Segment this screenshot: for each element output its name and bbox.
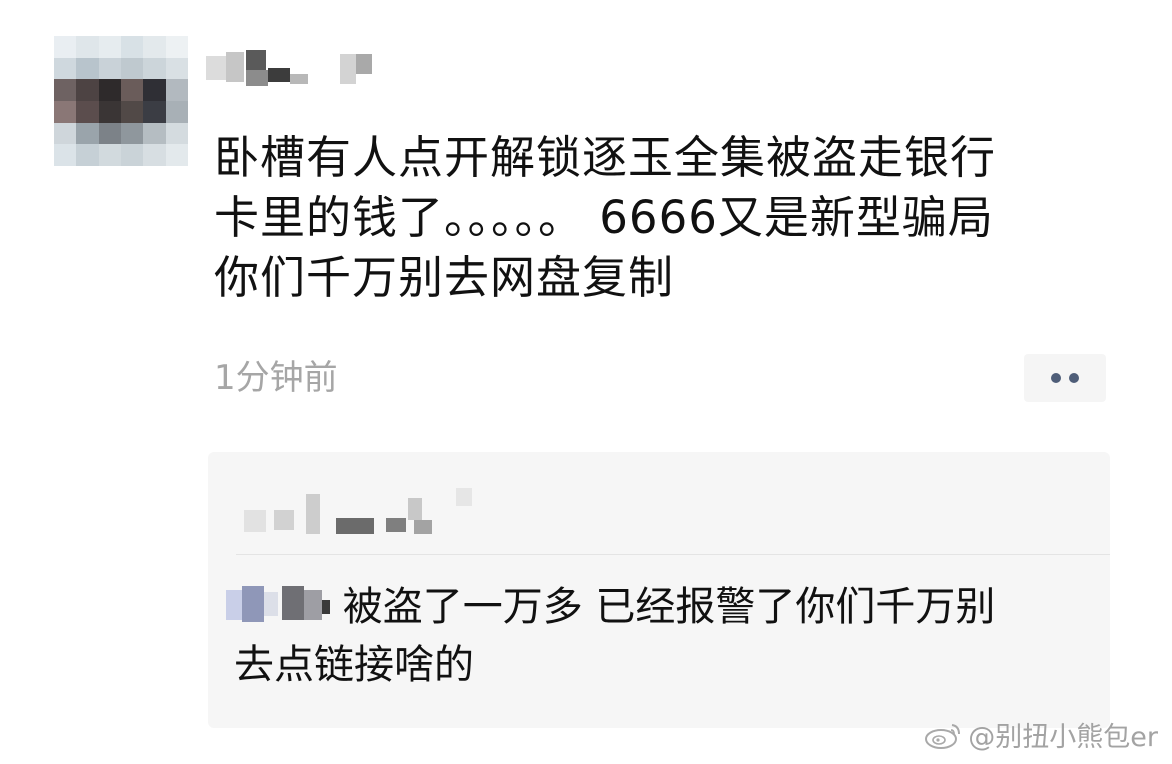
post-text: 卧槽有人点开解锁逐玉全集被盗走银行 卡里的钱了。。。。。 6666又是新型骗局 …	[214, 128, 1114, 308]
ellipsis-icon-dot	[1069, 373, 1079, 383]
comment-text-line: 去点链接啥的	[234, 642, 474, 688]
post-text-line: 卧槽有人点开解锁逐玉全集被盗走银行	[214, 131, 997, 184]
moments-post: 卧槽有人点开解锁逐玉全集被盗走银行 卡里的钱了。。。。。 6666又是新型骗局 …	[0, 0, 1172, 764]
more-actions-button[interactable]	[1024, 354, 1106, 402]
watermark: @别扭小熊包er	[924, 715, 1158, 754]
comment-author-blurred[interactable]	[226, 580, 330, 624]
watermark-text: @别扭小熊包er	[968, 722, 1158, 753]
post-text-line: 你们千万别去网盘复制	[214, 251, 675, 304]
comments-panel: 被盗了一万多 已经报警了你们千万别 去点链接啥的	[208, 452, 1110, 728]
username-blurred[interactable]	[206, 48, 386, 94]
divider	[236, 554, 1110, 555]
ellipsis-icon-dot	[1051, 373, 1061, 383]
post-timestamp: 1分钟前	[214, 358, 338, 398]
avatar[interactable]	[54, 36, 188, 166]
comment-text-line: 被盗了一万多 已经报警了你们千万别	[342, 584, 996, 630]
post-text-line: 卡里的钱了。。。。。 6666又是新型骗局	[214, 191, 994, 244]
comment-item[interactable]: 被盗了一万多 已经报警了你们千万别 去点链接啥的	[226, 578, 1086, 694]
likes-row-blurred	[238, 480, 498, 540]
weibo-logo-icon	[925, 723, 961, 749]
